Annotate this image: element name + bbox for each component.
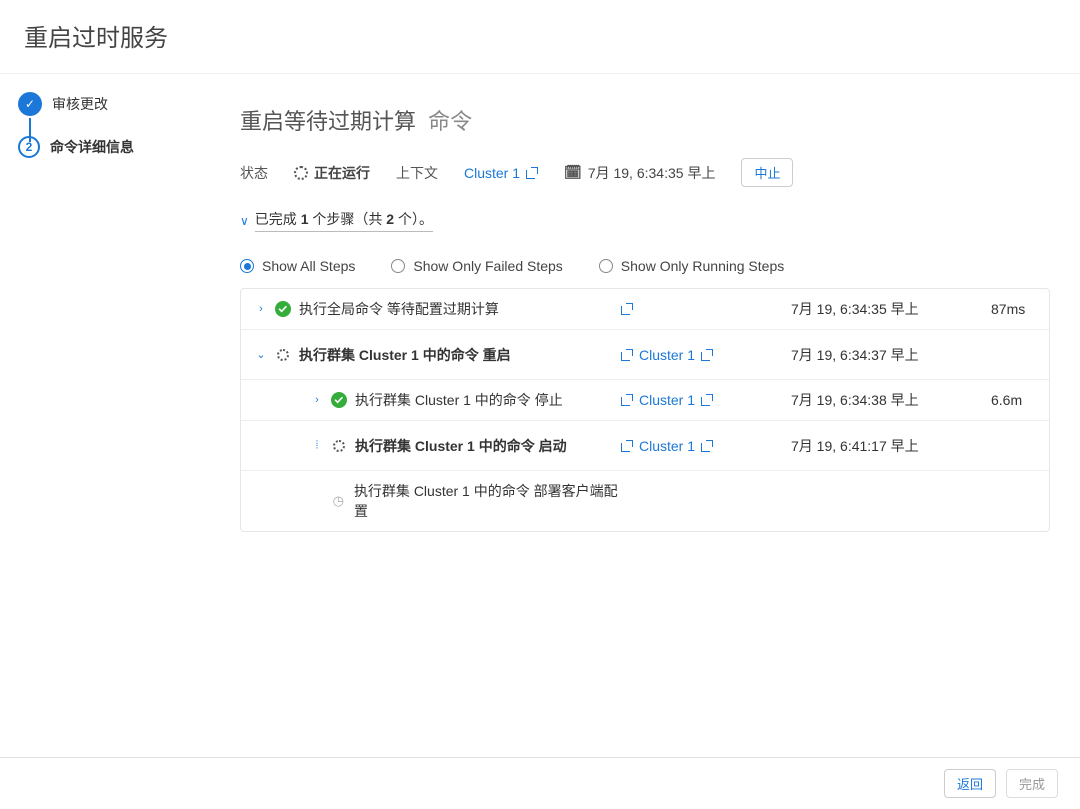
step-duration: 87ms — [991, 301, 1050, 317]
status-value: 正在运行 — [294, 163, 370, 183]
bar-icon[interactable]: ⦙ — [311, 439, 323, 452]
external-link-icon — [621, 303, 633, 315]
pending-icon: ◷ — [331, 493, 346, 509]
wizard-step-label: 命令详细信息 — [50, 137, 134, 157]
step-link-cell[interactable]: Cluster 1 — [621, 392, 791, 408]
command-title-row: 重启等待过期计算 命令 — [240, 104, 1050, 136]
success-icon — [275, 301, 291, 317]
page-title: 重启过时服务 — [24, 18, 1056, 53]
step-row: › 执行全局命令 等待配置过期计算 7月 19, 6:34:35 早上87ms — [241, 289, 1049, 330]
external-link-icon — [526, 167, 538, 179]
external-link-icon — [701, 349, 713, 361]
chevron-down-icon[interactable]: ⌄ — [255, 348, 267, 361]
step-row: ⦙ 执行群集 Cluster 1 中的命令 启动 Cluster 1 7月 19, 6… — [241, 421, 1049, 471]
step-row: ⌄ 执行群集 Cluster 1 中的命令 重启 Cluster 1 7月 19, 6… — [241, 330, 1049, 380]
calendar-icon: 🗓 — [564, 164, 582, 181]
main-content: 重启等待过期计算 命令 状态 正在运行 上下文 Cluster 1 🗓 7月 1… — [210, 74, 1080, 763]
step-row: ◷ 执行群集 Cluster 1 中的命令 部署客户端配置 — [241, 471, 1049, 531]
external-link-icon — [701, 440, 713, 452]
context-label: 上下文 — [396, 163, 438, 183]
back-button[interactable]: 返回 — [944, 769, 996, 798]
filter-running-radio[interactable]: Show Only Running Steps — [599, 258, 784, 274]
step-name: 执行群集 Cluster 1 中的命令 重启 — [299, 345, 511, 365]
step-timestamp: 7月 19, 6:34:37 早上 — [791, 345, 991, 365]
progress-summary: ∨ 已完成 1 个步骤（共 2 个）。 — [240, 209, 1050, 232]
step-name-cell: ◷ 执行群集 Cluster 1 中的命令 部署客户端配置 — [241, 481, 621, 521]
step-name-cell: ⦙ 执行群集 Cluster 1 中的命令 启动 — [241, 436, 621, 456]
cluster-link: Cluster 1 — [639, 438, 695, 454]
filter-all-radio[interactable]: Show All Steps — [240, 258, 355, 274]
step-name-cell: › 执行全局命令 等待配置过期计算 — [241, 299, 621, 319]
cluster-link: Cluster 1 — [639, 347, 695, 363]
wizard-step-2[interactable]: 2 命令详细信息 — [18, 136, 192, 158]
step-name: 执行群集 Cluster 1 中的命令 部署客户端配置 — [354, 481, 621, 521]
step-name: 执行群集 Cluster 1 中的命令 启动 — [355, 436, 567, 456]
spinner-icon — [331, 438, 347, 454]
radio-icon — [240, 259, 254, 273]
wizard-sidebar: ✓ 审核更改 2 命令详细信息 — [0, 74, 210, 763]
success-icon — [331, 392, 347, 408]
command-title: 重启等待过期计算 — [240, 109, 416, 134]
step-duration: 6.6m — [991, 392, 1050, 408]
step-name: 执行群集 Cluster 1 中的命令 停止 — [355, 390, 563, 410]
command-status-row: 状态 正在运行 上下文 Cluster 1 🗓 7月 19, 6:34:35 早… — [240, 158, 1050, 187]
step-link-cell[interactable]: Cluster 1 — [621, 347, 791, 363]
radio-icon — [599, 259, 613, 273]
step-link-cell[interactable] — [621, 303, 791, 315]
step-timestamp: 7月 19, 6:34:35 早上 — [791, 299, 991, 319]
chevron-right-icon[interactable]: › — [311, 394, 323, 406]
cluster-link: Cluster 1 — [639, 392, 695, 408]
check-icon: ✓ — [18, 92, 42, 116]
step-timestamp: 7月 19, 6:34:38 早上 — [791, 390, 991, 410]
finish-button: 完成 — [1006, 769, 1058, 798]
external-link-icon — [621, 349, 633, 361]
wizard-step-label: 审核更改 — [52, 94, 108, 114]
radio-icon — [391, 259, 405, 273]
filter-failed-radio[interactable]: Show Only Failed Steps — [391, 258, 562, 274]
external-link-icon — [621, 394, 633, 406]
step-filter-group: Show All Steps Show Only Failed Steps Sh… — [240, 238, 1050, 288]
context-link[interactable]: Cluster 1 — [464, 165, 538, 181]
status-label: 状态 — [240, 163, 268, 183]
step-row: › 执行群集 Cluster 1 中的命令 停止 Cluster 1 7月 19, 6… — [241, 380, 1049, 421]
step-timestamp: 7月 19, 6:41:17 早上 — [791, 436, 991, 456]
command-title-suffix: 命令 — [428, 109, 472, 134]
abort-button[interactable]: 中止 — [741, 158, 793, 187]
step-name-cell: ⌄ 执行群集 Cluster 1 中的命令 重启 — [241, 345, 621, 365]
spinner-icon — [294, 166, 308, 180]
external-link-icon — [621, 440, 633, 452]
spinner-icon — [275, 347, 291, 363]
chevron-right-icon[interactable]: › — [255, 303, 267, 315]
external-link-icon — [701, 394, 713, 406]
footer-bar: 返回 完成 — [0, 757, 1080, 809]
page-header: 重启过时服务 — [0, 0, 1080, 74]
step-number-icon: 2 — [18, 136, 40, 158]
step-name-cell: › 执行群集 Cluster 1 中的命令 停止 — [241, 390, 621, 410]
wizard-step-1[interactable]: ✓ 审核更改 — [18, 92, 192, 116]
step-link-cell[interactable]: Cluster 1 — [621, 438, 791, 454]
chevron-down-icon[interactable]: ∨ — [240, 214, 249, 228]
steps-table: › 执行全局命令 等待配置过期计算 7月 19, 6:34:35 早上87ms ⌄ 执行… — [240, 288, 1050, 532]
step-name: 执行全局命令 等待配置过期计算 — [299, 299, 499, 319]
command-time: 🗓 7月 19, 6:34:35 早上 — [564, 163, 715, 183]
